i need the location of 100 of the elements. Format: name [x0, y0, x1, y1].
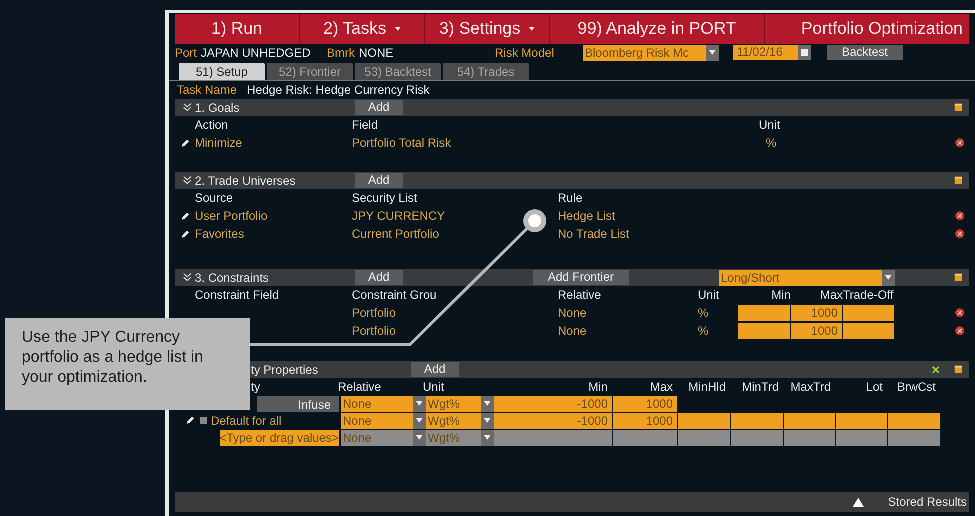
backtest-button[interactable]: Backtest: [827, 45, 904, 60]
table-cell[interactable]: [731, 430, 784, 446]
panel-icon[interactable]: [954, 273, 963, 282]
table-cell: %: [766, 136, 777, 150]
relative-dropdown[interactable]: None: [341, 396, 426, 412]
dropdown-arrow-icon[interactable]: [416, 435, 423, 440]
infuse-button[interactable]: Infuse: [257, 396, 339, 412]
column-header: Constraint Grou: [352, 288, 437, 302]
table-cell[interactable]: 1000: [613, 396, 678, 412]
column-header: BrwCst: [897, 380, 936, 394]
window-title: Portfolio Optimization: [801, 18, 964, 40]
table-cell[interactable]: -1000: [494, 412, 613, 428]
unit-dropdown[interactable]: Wgt%: [426, 412, 494, 428]
menu-item[interactable]: 3) Settings: [425, 14, 550, 44]
unit-dropdown[interactable]: Wgt%: [426, 396, 494, 412]
collapse-chevron-icon[interactable]: [183, 103, 192, 112]
calendar-icon[interactable]: [801, 49, 808, 56]
relative-dropdown[interactable]: None: [341, 412, 426, 428]
add-button[interactable]: Add: [355, 100, 403, 115]
dropdown-arrow-icon[interactable]: [416, 418, 423, 423]
column-header: Security List: [352, 191, 418, 205]
column-header: MinTrd: [742, 380, 779, 394]
table-cell: JPY CURRENCY: [352, 209, 446, 223]
collapse-chevron-icon[interactable]: [183, 273, 192, 282]
table-cell[interactable]: [678, 412, 731, 428]
mode-dropdown[interactable]: Long/Short: [719, 270, 895, 286]
column-header: Max: [820, 288, 843, 302]
unit-dropdown[interactable]: Wgt%: [426, 430, 494, 446]
new-row-field[interactable]: <Type or drag values>: [220, 430, 339, 446]
column-header: Unit: [423, 380, 444, 394]
table-cell[interactable]: [494, 430, 613, 446]
add-frontier-button[interactable]: Add Frontier: [533, 270, 629, 285]
risk-model-dropdown[interactable]: Bloomberg Risk Mc: [583, 44, 720, 60]
table-cell[interactable]: [678, 430, 731, 446]
remove-icon[interactable]: [955, 326, 965, 336]
tab[interactable]: 51) Setup: [179, 63, 265, 80]
table-cell: No Trade List: [558, 227, 630, 241]
menu-item[interactable]: 2) Tasks: [300, 14, 425, 44]
table-cell[interactable]: -1000: [494, 396, 613, 412]
menu-item[interactable]: 99) Analyze in PORT: [550, 14, 765, 44]
add-button[interactable]: Add: [355, 270, 403, 285]
table-cell: %: [698, 324, 709, 338]
relative-dropdown[interactable]: None: [341, 430, 426, 446]
table-cell[interactable]: [738, 323, 791, 339]
triangle-up-icon[interactable]: [853, 498, 864, 506]
table-cell[interactable]: [731, 412, 784, 428]
column-header: Max: [650, 380, 673, 394]
add-button[interactable]: Add: [411, 362, 459, 377]
remove-icon[interactable]: [955, 211, 965, 221]
table-cell[interactable]: [784, 430, 836, 446]
column-header: Min: [588, 380, 608, 394]
column-header: Rule: [558, 191, 583, 205]
tab[interactable]: 54) Trades: [443, 63, 529, 80]
collapse-chevron-icon[interactable]: [183, 176, 192, 185]
stored-results-label[interactable]: Stored Results: [888, 493, 967, 511]
tab[interactable]: 52) Frontier: [267, 63, 353, 80]
table-cell[interactable]: [843, 305, 895, 321]
remove-icon[interactable]: [955, 308, 965, 318]
column-header: Unit: [759, 118, 780, 132]
table-cell[interactable]: 1000: [791, 305, 843, 321]
panel-icon[interactable]: [954, 103, 963, 112]
dropdown-arrow-icon[interactable]: [709, 50, 716, 55]
column-header: Constraint Field: [195, 288, 280, 302]
date-field[interactable]: 11/02/16: [733, 45, 812, 60]
column-header: Trade-Off: [843, 288, 894, 302]
column-header: Action: [195, 118, 228, 132]
table-cell[interactable]: [613, 430, 678, 446]
panel-icon[interactable]: [954, 176, 963, 185]
add-button[interactable]: Add: [355, 173, 403, 188]
dropdown-arrow-icon[interactable]: [484, 418, 491, 423]
table-cell: User Portfolio: [195, 209, 268, 223]
table-cell[interactable]: 1000: [613, 412, 678, 428]
menu-item[interactable]: 1) Run: [175, 14, 300, 44]
table-cell[interactable]: [843, 323, 895, 339]
panel-icon[interactable]: [954, 365, 963, 374]
column-header: Lot: [866, 380, 883, 394]
dropdown-arrow-icon[interactable]: [484, 401, 491, 406]
clear-icon[interactable]: [932, 366, 940, 374]
column-header: ty: [251, 380, 260, 394]
tab[interactable]: 53) Backtest: [355, 63, 441, 80]
table-cell-text: Default for all: [211, 412, 283, 430]
table-cell[interactable]: [888, 430, 941, 446]
table-cell[interactable]: [888, 412, 941, 428]
table-cell: Portfolio: [352, 306, 396, 320]
callout-text: Use the JPY Currency portfolio as a hedge list in your optimization.: [22, 328, 204, 388]
table-cell[interactable]: 1000: [791, 323, 843, 339]
pencil-icon[interactable]: [181, 138, 190, 148]
remove-icon[interactable]: [955, 229, 965, 239]
dropdown-arrow-icon[interactable]: [416, 401, 423, 406]
benchmark-value: NONE: [359, 44, 395, 62]
dropdown-arrow-icon[interactable]: [885, 275, 892, 280]
table-cell[interactable]: [784, 412, 836, 428]
column-header: Source: [195, 191, 234, 205]
pencil-icon[interactable]: [186, 416, 195, 425]
dropdown-arrow-icon[interactable]: [484, 435, 491, 440]
table-cell[interactable]: [738, 305, 791, 321]
column-header: Min: [772, 288, 791, 302]
table-cell[interactable]: [836, 430, 888, 446]
remove-icon[interactable]: [955, 138, 965, 148]
table-cell[interactable]: [836, 412, 888, 428]
